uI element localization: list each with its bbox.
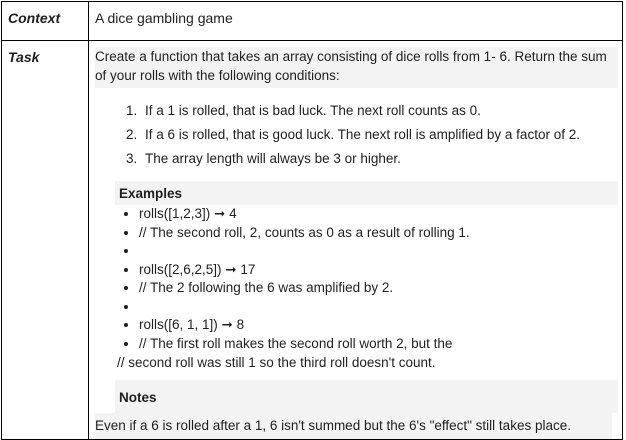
example-item: rolls([6, 1, 1]) ➞ 8 <box>139 316 618 335</box>
task-label: Task <box>1 40 89 440</box>
condition-item: If a 6 is rolled, that is good luck. The… <box>141 126 618 143</box>
example-item-empty <box>139 298 618 317</box>
example-item: // The second roll, 2, counts as 0 as a … <box>139 224 618 243</box>
context-label: Context <box>1 1 89 41</box>
notes-heading: Notes <box>115 380 618 413</box>
examples-heading: Examples <box>115 181 618 205</box>
document-table: Context A dice gambling game Task Create… <box>1 1 623 440</box>
notes-text: Even if a 6 is rolled after a 1, 6 isn't… <box>95 413 612 439</box>
example-item: rolls([2,6,2,5]) ➞ 17 <box>139 261 618 280</box>
condition-item: If a 1 is rolled, that is bad luck. The … <box>141 102 618 119</box>
example-item: // The first roll makes the second roll … <box>139 335 618 354</box>
examples-list: rolls([1,2,3]) ➞ 4 // The second roll, 2… <box>95 205 618 353</box>
example-item: rolls([1,2,3]) ➞ 4 <box>139 205 618 224</box>
example-item-empty <box>139 242 618 261</box>
context-row: Context A dice gambling game <box>1 1 623 41</box>
conditions-list: If a 1 is rolled, that is bad luck. The … <box>95 102 618 167</box>
context-value: A dice gambling game <box>88 1 623 41</box>
example-item: // The 2 following the 6 was amplified b… <box>139 279 618 298</box>
condition-item: The array length will always be 3 or hig… <box>141 150 618 167</box>
task-row: Task Create a function that takes an arr… <box>1 40 623 440</box>
example-continuation: // second roll was still 1 so the third … <box>117 355 436 370</box>
task-intro: Create a function that takes an array co… <box>95 47 618 88</box>
task-content: Create a function that takes an array co… <box>88 40 623 440</box>
